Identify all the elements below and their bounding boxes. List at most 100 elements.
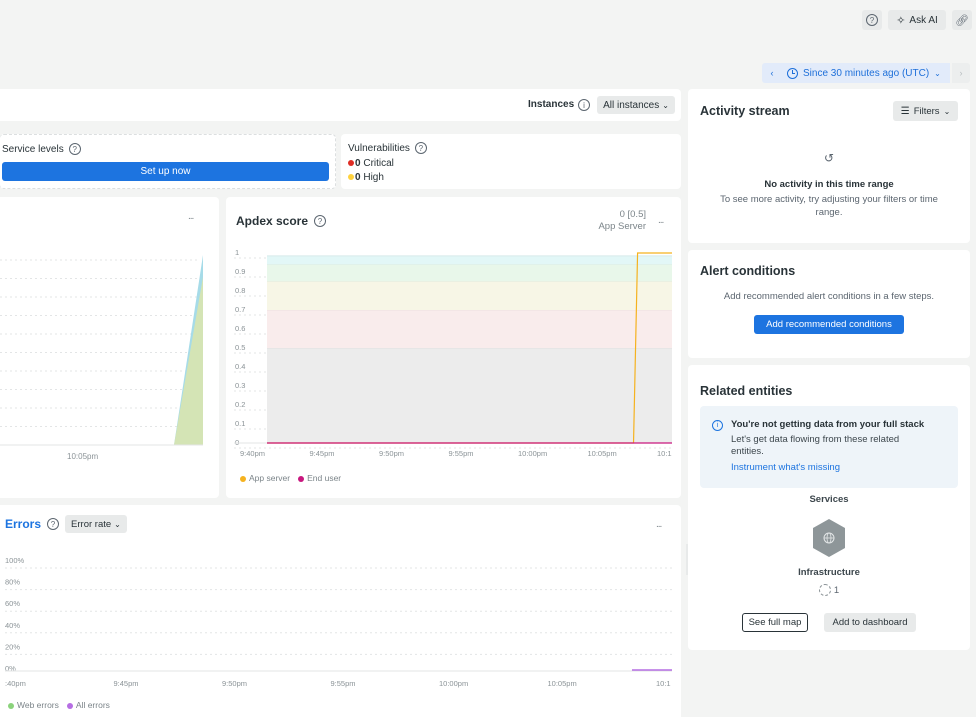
add-to-dashboard-button[interactable]: Add to dashboard [824,613,916,632]
legend-web-errors[interactable]: Web errors [8,700,59,710]
see-full-map-button[interactable]: See full map [742,613,808,632]
alert-conditions-text: Add recommended alert conditions in a fe… [723,291,935,302]
legend-dot-icon [8,702,14,709]
entity-count: 1 [688,584,970,596]
vulnerabilities-header: Vulnerabilities ? [348,142,427,154]
related-entities-card: Related entities i You're not getting da… [688,365,970,650]
service-levels-card: Service levels ? Set up now [0,134,336,189]
chevron-down-icon: ⌄ [934,68,941,78]
legend-dot-icon [66,702,73,709]
sparkle-icon: ✧ [896,14,906,27]
related-entities-title: Related entities [700,384,793,398]
apdex-band [267,310,672,348]
full-stack-notice: i You're not getting data from your full… [700,406,958,488]
services-label: Services [809,494,849,505]
instances-bar: Instances i All instances ⌄ [0,89,681,121]
y-tick-label: 0.4 [235,362,245,371]
vuln-high[interactable]: 0 High [348,172,384,183]
vuln-critical[interactable]: 0 Critical [348,158,394,169]
y-tick-label: 80% [5,578,20,587]
service-levels-header: Service levels ? [2,143,81,155]
instances-dropdown[interactable]: All instances ⌄ [597,96,675,114]
x-tick-label: 10:1 [657,449,672,458]
time-picker: ‹ Since 30 minutes ago (UTC) ⌄ › [762,63,970,83]
notice-text: Let's get data flowing from these relate… [731,434,900,457]
critical-dot-icon [348,160,354,167]
filters-button[interactable]: ☰ Filters ⌄ [893,101,958,121]
errors-legend: Web errors All errors [8,700,110,710]
apdex-card: Apdex score ? 0 [0.5] App Server ... 00.… [226,197,681,498]
high-dot-icon [348,174,354,181]
empty-title: No activity in this time range [764,179,894,190]
set-up-now-button[interactable]: Set up now [2,162,329,181]
question-circle-icon: ? [866,14,878,26]
time-prev-button[interactable]: ‹ [762,63,782,83]
apdex-plot: 00.10.20.30.40.50.60.70.80.919:40pm9:45p… [234,248,672,458]
infrastructure-hexagon[interactable] [811,518,847,558]
alert-conditions-card: Alert conditions Add recommended alert c… [688,250,970,358]
apdex-band [267,264,672,282]
x-tick-label: 9:45pm [114,679,139,688]
notice-title: You're not getting data from your full s… [731,419,925,430]
apdex-band [267,281,672,310]
x-tick-label: :40pm [5,679,26,688]
legend-app-server[interactable]: App server [240,473,290,483]
filter-icon: ☰ [900,105,910,117]
y-tick-label: 0% [5,664,16,673]
x-tick-label: 9:50pm [222,679,247,688]
x-tick-label: 10:00pm [518,449,547,458]
y-tick-label: 0.5 [235,343,245,352]
y-tick-label: 1 [235,248,239,257]
legend-end-user[interactable]: End user [298,473,341,483]
add-recommended-conditions-button[interactable]: Add recommended conditions [754,315,904,334]
y-tick-label: 40% [5,621,20,630]
x-tick-label: 10:1 [656,679,671,688]
link-icon: 🔗︎ [955,14,969,27]
y-tick-label: 0.9 [235,267,245,276]
x-tick-label: 9:45pm [310,449,335,458]
y-tick-label: 0.1 [235,419,245,428]
y-tick-label: 0.6 [235,324,245,333]
x-tick-label: 10:05pm [548,679,577,688]
ask-ai-button[interactable]: ✧ Ask AI [888,10,946,30]
activity-stream-card: Activity stream ☰ Filters ⌄ ↺ No activit… [688,89,970,243]
instances-label: Instances [528,99,575,110]
question-circle-icon[interactable]: ? [68,143,81,155]
legend-all-errors[interactable]: All errors [66,700,110,710]
question-circle-icon[interactable]: ? [414,142,427,154]
vulnerabilities-card: Vulnerabilities ? 0 Critical 0 High [341,134,681,189]
time-next-button[interactable]: › [952,63,970,83]
y-tick-label: 0.8 [235,286,245,295]
y-tick-label: 0.7 [235,305,245,314]
apdex-legend: App server End user [240,473,341,483]
instrument-missing-link[interactable]: Instrument what's missing [731,462,840,473]
help-button[interactable]: ? [862,10,882,30]
apdex-band [267,348,672,443]
undo-icon: ↺ [823,151,835,165]
legend-dot-icon [240,475,246,482]
copy-link-button[interactable]: 🔗︎ [952,10,972,30]
legend-dot-icon [298,475,305,482]
y-tick-label: 0.3 [235,381,245,390]
info-icon[interactable]: i [578,99,590,111]
errors-card: Errors ? Error rate ⌄ ... 0% 20% 40% 60% 80%… [0,505,681,717]
x-tick-label: 9:40pm [240,449,265,458]
chevron-down-icon: ⌄ [662,100,669,110]
y-tick-label: 0.2 [235,400,245,409]
x-tick-label: 10:05pm [67,452,99,461]
x-tick-label: 10:00pm [439,679,468,688]
activity-stream-title: Activity stream [700,104,790,118]
info-icon: i [712,420,723,431]
x-tick-label: 9:55pm [331,679,356,688]
entity-name[interactable]: Infrastructure [688,567,970,578]
y-tick-label: 100% [5,556,25,565]
x-tick-label: 9:55pm [449,449,474,458]
x-tick-label: 10:05pm [588,449,617,458]
apdex-band [267,255,672,265]
clock-icon [787,67,798,79]
throughput-chart-card: ... 10:05pm [0,197,219,498]
y-tick-label: 60% [5,599,20,608]
x-tick-label: 9:50pm [379,449,404,458]
time-range-dropdown[interactable]: Since 30 minutes ago (UTC) ⌄ [782,63,950,83]
left-chart-plot [0,255,203,446]
